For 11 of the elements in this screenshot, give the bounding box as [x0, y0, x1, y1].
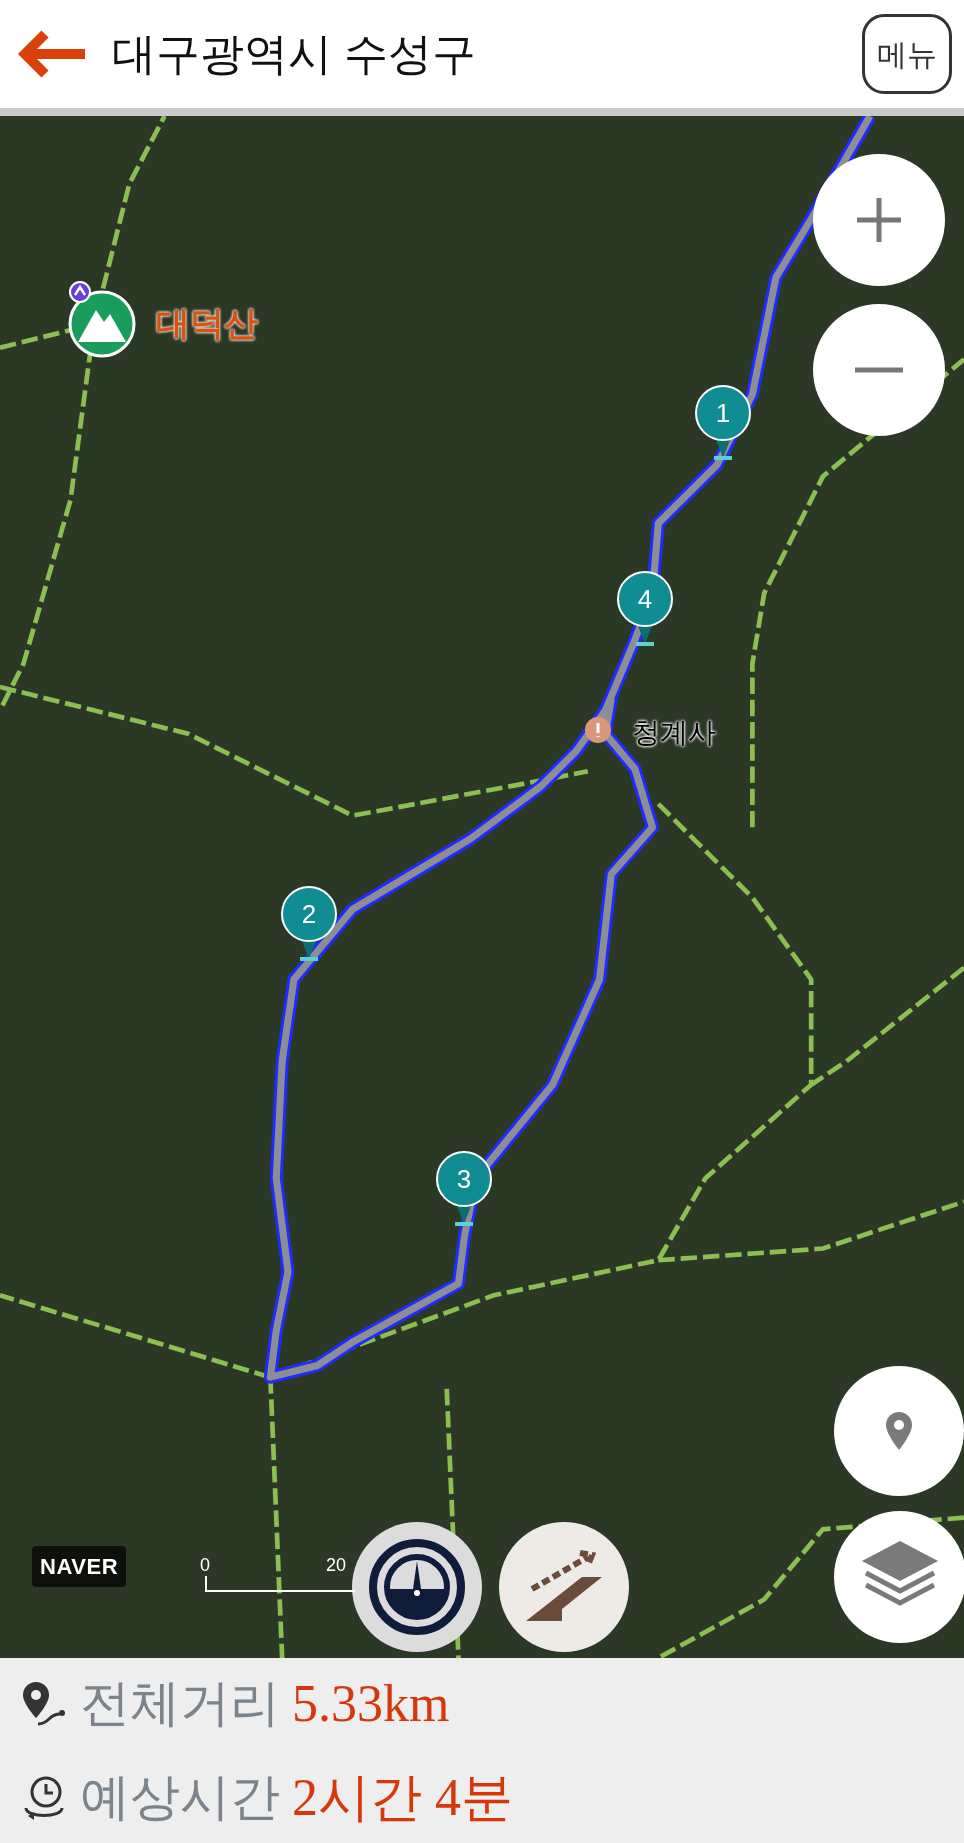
place-label: 대덕산	[156, 303, 258, 344]
scale-label: 0	[200, 1554, 210, 1577]
summary-label: 전체거리	[80, 1674, 280, 1733]
summary-label: 예상시간	[80, 1768, 280, 1827]
menu-button[interactable]: 메뉴	[862, 14, 952, 94]
place-label: 청계사	[632, 716, 716, 750]
summary-value: 5.33km	[292, 1673, 450, 1734]
map-attribution: NAVER	[32, 1546, 127, 1587]
summary-value: 2시간 4분	[292, 1767, 513, 1828]
page-title: 대구광역시 수성구	[112, 28, 477, 80]
scale-label: 20	[326, 1554, 347, 1577]
